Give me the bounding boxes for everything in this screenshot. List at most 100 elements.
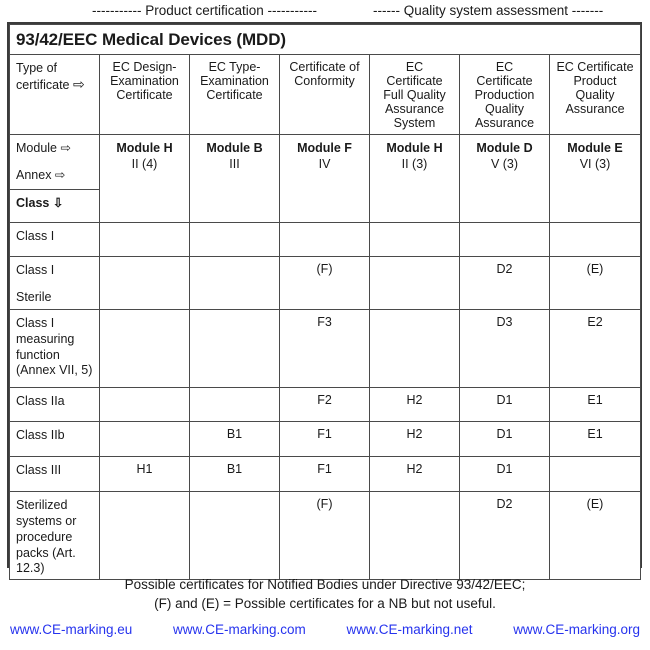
certification-table-container: 93/42/EEC Medical Devices (MDD) Type of … bbox=[7, 22, 642, 580]
column-header-text: EC Certificate Production Quality Assura… bbox=[474, 60, 535, 130]
cell-class-iia-type-examination bbox=[189, 387, 280, 422]
cell-class-iib-full-quality: H2 bbox=[369, 421, 460, 457]
cell-class-i-sterile-design-examination bbox=[99, 256, 190, 310]
column-header-text: Certificate of Conformity bbox=[289, 60, 360, 88]
cell-class-i-measuring-product-quality: E2 bbox=[548, 309, 642, 388]
cell-value: D2 bbox=[496, 497, 513, 511]
column-group-captions: ----------- Product certification ------… bbox=[0, 0, 650, 22]
module-name: Module F bbox=[297, 141, 352, 155]
cell-value: D1 bbox=[496, 427, 513, 441]
footer-links: www.CE-marking.eu www.CE-marking.com www… bbox=[0, 622, 650, 637]
column-header-text: EC Certificate Product Quality Assurance bbox=[556, 60, 634, 116]
right-arrow-icon: ⇨ bbox=[72, 76, 85, 92]
cell-class-iia-production-quality: D1 bbox=[459, 387, 550, 422]
module-cell-production-quality: Module D V (3) bbox=[459, 134, 550, 223]
module-name: Module H bbox=[386, 141, 443, 155]
cell-class-i-type-examination bbox=[189, 222, 280, 257]
cell-class-iia-full-quality: H2 bbox=[369, 387, 460, 422]
header-row-label-line1: Type of bbox=[16, 61, 57, 75]
cell-value: (E) bbox=[586, 497, 604, 511]
cell-value: F1 bbox=[317, 462, 332, 476]
row-label-class-iib: Class IIb bbox=[9, 421, 100, 457]
annex-ref: II (4) bbox=[131, 157, 158, 171]
row-label-text: Class IIb bbox=[16, 428, 65, 442]
cell-value: H2 bbox=[406, 427, 423, 441]
table-title-row: 93/42/EEC Medical Devices (MDD) bbox=[8, 24, 642, 55]
cell-value: E2 bbox=[587, 315, 603, 329]
certification-matrix-page: ----------- Product certification ------… bbox=[0, 0, 650, 650]
row-label-text: Class IIa bbox=[16, 394, 65, 408]
table-row: Class III H1 B1 F1 H2 D1 bbox=[9, 456, 642, 492]
module-cell-full-quality: Module H II (3) bbox=[369, 134, 460, 223]
cell-class-i-sterile-full-quality bbox=[369, 256, 460, 310]
row-label-text: Class I bbox=[16, 229, 55, 243]
annex-ref: V (3) bbox=[490, 157, 519, 171]
column-header-design-examination: EC Design-Examination Certificate bbox=[99, 54, 190, 135]
cell-value: D1 bbox=[496, 462, 513, 476]
cell-class-iii-production-quality: D1 bbox=[459, 456, 550, 492]
table-title: 93/42/EEC Medical Devices (MDD) bbox=[8, 24, 642, 55]
module-name: Module H bbox=[116, 141, 173, 155]
certification-table: 93/42/EEC Medical Devices (MDD) Type of … bbox=[8, 24, 642, 580]
cell-sterilized-design-examination bbox=[99, 491, 190, 580]
row-label-text: Class I measuring function bbox=[16, 316, 75, 362]
cell-class-iib-production-quality: D1 bbox=[459, 421, 550, 457]
row-label-class-i-measuring: Class I measuring function (Annex VII, 5… bbox=[9, 309, 100, 388]
module-cell-conformity: Module F IV bbox=[279, 134, 370, 223]
cell-value: H1 bbox=[136, 462, 153, 476]
cell-value: H2 bbox=[406, 393, 423, 407]
header-row-label-line2: certificate bbox=[16, 78, 70, 92]
row-label-sterilized-systems: Sterilized systems or procedure packs (A… bbox=[9, 491, 100, 580]
cell-sterilized-type-examination bbox=[189, 491, 280, 580]
module-cell-type-examination: Module B III bbox=[189, 134, 280, 223]
cell-class-i-measuring-design-examination bbox=[99, 309, 190, 388]
cell-class-i-design-examination bbox=[99, 222, 190, 257]
cell-value: D2 bbox=[496, 262, 513, 276]
cell-class-iib-conformity: F1 bbox=[279, 421, 370, 457]
cell-class-i-production-quality bbox=[459, 222, 550, 257]
cell-value: F1 bbox=[317, 427, 332, 441]
row-label-note: (Annex VII, 5) bbox=[16, 363, 93, 377]
cell-value: (F) bbox=[316, 497, 333, 511]
row-label-text: Class I bbox=[16, 263, 55, 277]
cell-class-i-sterile-product-quality: (E) bbox=[548, 256, 642, 310]
column-header-production-quality-assurance: EC Certificate Production Quality Assura… bbox=[459, 54, 550, 135]
module-name: Module D bbox=[476, 141, 533, 155]
row-label-class-i-sterile: Class I Sterile bbox=[9, 256, 100, 310]
cell-class-i-product-quality bbox=[548, 222, 642, 257]
cell-class-i-measuring-type-examination bbox=[189, 309, 280, 388]
cell-value: H2 bbox=[406, 462, 423, 476]
cell-class-i-full-quality bbox=[369, 222, 460, 257]
cell-value: D3 bbox=[496, 315, 513, 329]
column-header-type-examination: EC Type-Examination Certificate bbox=[189, 54, 280, 135]
link-ce-marking-org[interactable]: www.CE-marking.org bbox=[513, 622, 640, 637]
column-header-text: EC Certificate Full Quality Assurance Sy… bbox=[383, 60, 446, 130]
table-header-row: Type of certificate ⇨ EC Design-Examinat… bbox=[9, 54, 642, 135]
cell-class-iii-design-examination: H1 bbox=[99, 456, 190, 492]
cell-class-iia-conformity: F2 bbox=[279, 387, 370, 422]
class-axis-label: Class ⇩ bbox=[9, 189, 100, 223]
cell-value: F2 bbox=[317, 393, 332, 407]
group-caption-product-certification: ----------- Product certification ------… bbox=[92, 3, 317, 18]
row-label-class-iia: Class IIa bbox=[9, 387, 100, 422]
module-cell-product-quality: Module E VI (3) bbox=[548, 134, 642, 223]
cell-value: F3 bbox=[317, 315, 332, 329]
link-ce-marking-net[interactable]: www.CE-marking.net bbox=[346, 622, 472, 637]
cell-class-iia-product-quality: E1 bbox=[548, 387, 642, 422]
cell-value: E1 bbox=[587, 427, 603, 441]
table-row: Class I Sterile (F) D2 (E) bbox=[9, 256, 642, 310]
row-label-class-iii: Class III bbox=[9, 456, 100, 492]
cell-class-i-conformity bbox=[279, 222, 370, 257]
annex-ref: VI (3) bbox=[579, 157, 611, 171]
module-name: Module E bbox=[567, 141, 623, 155]
annex-label: Annex ⇨ bbox=[16, 168, 66, 182]
footer-note: Possible certificates for Notified Bodie… bbox=[0, 575, 650, 613]
column-header-product-quality-assurance: EC Certificate Product Quality Assurance bbox=[548, 54, 642, 135]
cell-value: D1 bbox=[496, 393, 513, 407]
cell-value: E1 bbox=[587, 393, 603, 407]
link-ce-marking-com[interactable]: www.CE-marking.com bbox=[173, 622, 306, 637]
link-ce-marking-eu[interactable]: www.CE-marking.eu bbox=[10, 622, 132, 637]
table-row: Class I measuring function (Annex VII, 5… bbox=[9, 309, 642, 388]
cell-sterilized-conformity: (F) bbox=[279, 491, 370, 580]
module-cell-design-examination: Module H II (4) bbox=[99, 134, 190, 223]
